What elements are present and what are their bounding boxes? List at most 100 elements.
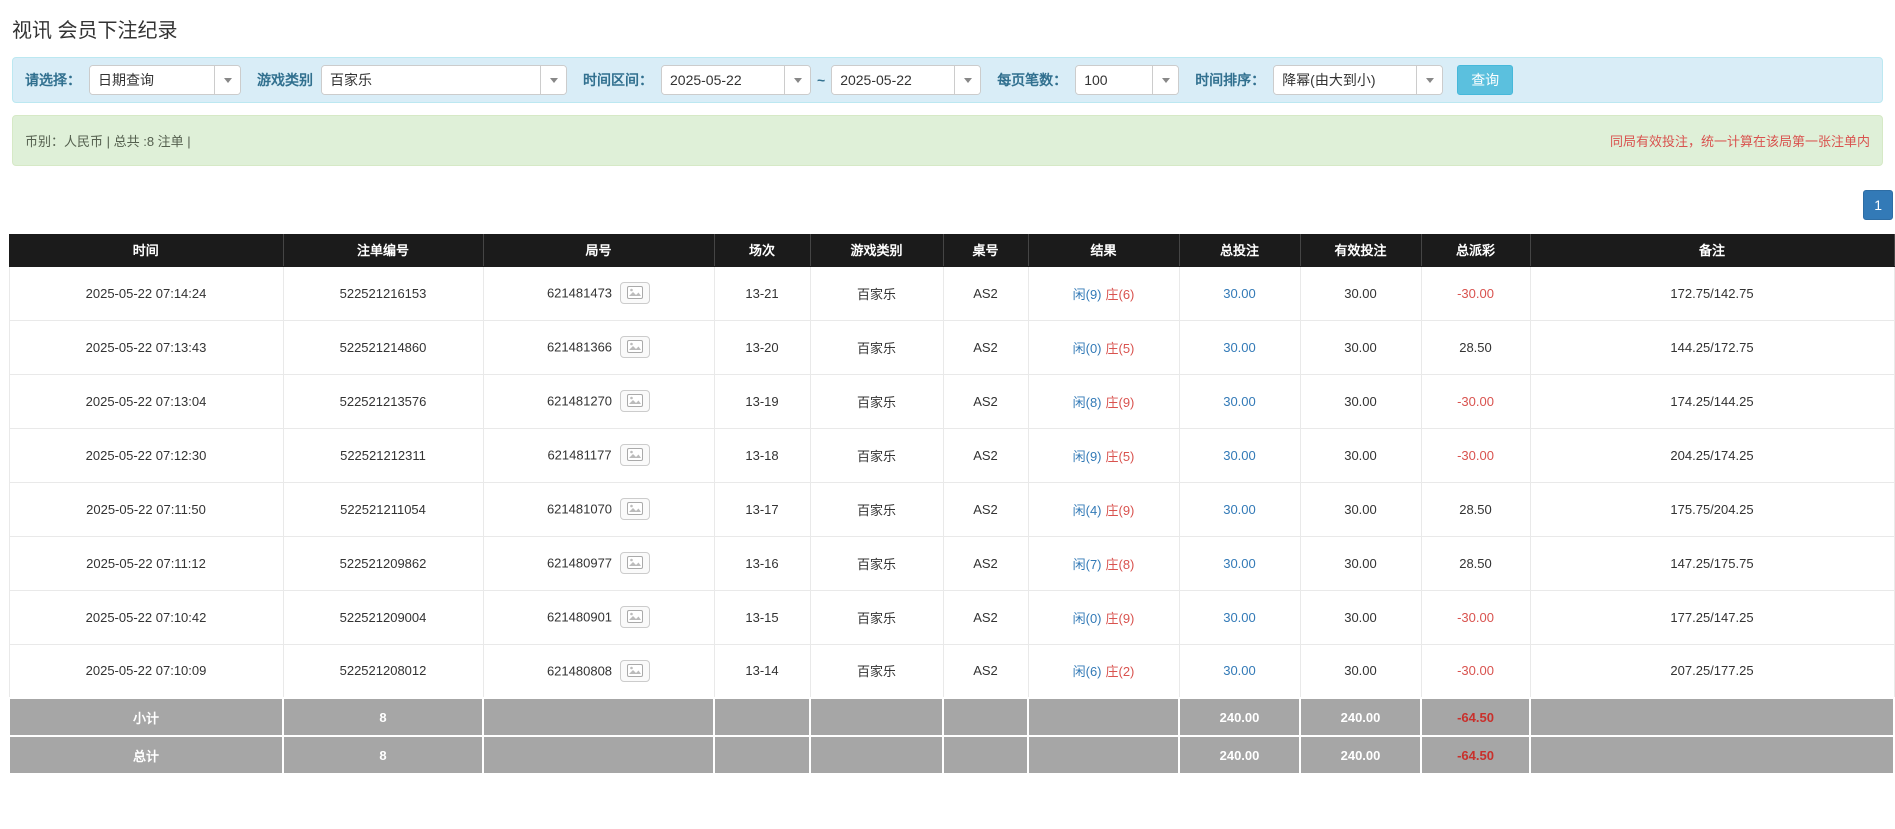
query-type-dropdown-button[interactable] — [214, 66, 240, 94]
round-image-button[interactable] — [619, 444, 650, 466]
round-id: 621481070 — [546, 501, 613, 517]
valid-bet: 30.00 — [1299, 643, 1422, 699]
result-player: 闲(7) — [1072, 556, 1102, 572]
image-icon — [627, 610, 644, 623]
game-type-dropdown-button[interactable] — [540, 66, 566, 94]
chevron-down-icon — [1425, 77, 1434, 83]
round-id: 621480901 — [546, 609, 613, 625]
result-banker: 庄(2) — [1105, 664, 1135, 680]
page-1-button[interactable]: 1 — [1863, 190, 1893, 220]
result-cell: 闲(0) 庄(5) — [1027, 319, 1180, 375]
total-bet-link[interactable]: 30.00 — [1178, 643, 1301, 699]
table-row: 2025-05-22 07:13:43 522521214860 6214813… — [8, 319, 1895, 375]
subtotal-count: 8 — [282, 697, 484, 737]
bet-id: 522521214860 — [282, 319, 484, 375]
valid-bet: 30.00 — [1299, 265, 1422, 321]
query-type-input[interactable] — [90, 66, 214, 94]
game-type: 百家乐 — [809, 535, 944, 591]
date-to-input[interactable] — [832, 66, 955, 94]
image-icon — [627, 394, 644, 407]
table-no: AS2 — [942, 481, 1029, 537]
round-image-button[interactable] — [620, 390, 651, 412]
image-icon — [627, 502, 644, 515]
result-banker: 庄(9) — [1105, 610, 1135, 626]
total-bet-link[interactable]: 30.00 — [1178, 265, 1301, 321]
total-bet-link[interactable]: 30.00 — [1178, 427, 1301, 483]
session: 13-17 — [713, 481, 811, 537]
chevron-down-icon — [1161, 77, 1170, 83]
round-id-cell: 621481366 — [482, 319, 715, 375]
subtotal-label: 小计 — [8, 697, 284, 737]
round-id-cell: 621481473 — [482, 265, 715, 321]
result-player: 闲(6) — [1072, 664, 1102, 680]
total-payout: -64.50 — [1420, 735, 1531, 775]
total-bet-link[interactable]: 30.00 — [1178, 373, 1301, 429]
session: 13-18 — [713, 427, 811, 483]
remark: 144.25/172.75 — [1529, 319, 1895, 375]
session: 13-16 — [713, 535, 811, 591]
subtotal-payout: -64.50 — [1420, 697, 1531, 737]
valid-bet: 30.00 — [1299, 481, 1422, 537]
bet-time: 2025-05-22 07:10:42 — [8, 589, 284, 645]
remark: 147.25/175.75 — [1529, 535, 1895, 591]
table-no: AS2 — [942, 265, 1029, 321]
table-row: 2025-05-22 07:11:12 522521209862 6214809… — [8, 535, 1895, 591]
empty-cell — [1027, 735, 1180, 775]
total-total-bet: 240.00 — [1178, 735, 1301, 775]
table-no: AS2 — [942, 589, 1029, 645]
session: 13-21 — [713, 265, 811, 321]
page-size-input[interactable] — [1076, 66, 1153, 94]
bet-id: 522521213576 — [282, 373, 484, 429]
game-type: 百家乐 — [809, 427, 944, 483]
select-label: 请选择： — [25, 72, 81, 88]
round-image-button[interactable] — [620, 606, 651, 628]
col-result: 结果 — [1028, 234, 1180, 267]
result-banker: 庄(8) — [1105, 556, 1135, 572]
sort-dropdown-button[interactable] — [1416, 66, 1443, 94]
page-size-dropdown-button[interactable] — [1152, 66, 1179, 94]
remark: 207.25/177.25 — [1529, 643, 1895, 699]
result-cell: 闲(6) 庄(2) — [1027, 643, 1180, 699]
table-no: AS2 — [942, 643, 1029, 699]
round-id: 621480808 — [546, 663, 613, 679]
total-bet-link[interactable]: 30.00 — [1178, 589, 1301, 645]
date-from-dropdown-button[interactable] — [784, 66, 810, 94]
total-bet-link[interactable]: 30.00 — [1178, 535, 1301, 591]
total-bet-link[interactable]: 30.00 — [1178, 481, 1301, 537]
col-bet-id: 注单编号 — [283, 234, 484, 267]
table-row: 2025-05-22 07:13:04 522521213576 6214812… — [8, 373, 1895, 429]
empty-cell — [1529, 697, 1895, 737]
bet-id: 522521216153 — [282, 265, 484, 321]
payout-cell: 28.50 — [1420, 481, 1531, 537]
date-to-combobox — [831, 65, 982, 95]
sort-input[interactable] — [1274, 66, 1417, 94]
session: 13-15 — [713, 589, 811, 645]
session: 13-14 — [713, 643, 811, 699]
total-label: 总计 — [8, 735, 284, 775]
payout-cell: -30.00 — [1420, 265, 1531, 321]
bet-time: 2025-05-22 07:10:09 — [8, 643, 284, 699]
image-icon — [627, 556, 644, 569]
game-type: 百家乐 — [809, 643, 944, 699]
payout-cell: 28.50 — [1420, 535, 1531, 591]
search-button[interactable]: 查询 — [1457, 65, 1514, 95]
empty-cell — [809, 735, 944, 775]
date-from-input[interactable] — [662, 66, 784, 94]
col-game-type: 游戏类别 — [810, 234, 944, 267]
bet-id: 522521212311 — [282, 427, 484, 483]
round-id-cell: 621480808 — [482, 643, 715, 699]
date-to-dropdown-button[interactable] — [954, 66, 981, 94]
col-table-no: 桌号 — [943, 234, 1029, 267]
summary-currency-count: 币别：人民币 | 总共 :8 注单 | — [25, 134, 191, 149]
total-bet-link[interactable]: 30.00 — [1178, 319, 1301, 375]
round-image-button[interactable] — [620, 659, 651, 682]
round-image-button[interactable] — [620, 498, 651, 520]
table-row: 2025-05-22 07:10:42 522521209004 6214809… — [8, 589, 1895, 645]
round-image-button[interactable] — [620, 336, 651, 358]
round-image-button[interactable] — [620, 552, 651, 574]
round-id: 621481270 — [546, 393, 613, 409]
subtotal-total-bet: 240.00 — [1178, 697, 1301, 737]
subtotal-row: 小计 8 240.00 240.00 -64.50 — [8, 697, 1895, 737]
game-type-input[interactable] — [322, 66, 540, 94]
round-image-button[interactable] — [620, 282, 651, 304]
